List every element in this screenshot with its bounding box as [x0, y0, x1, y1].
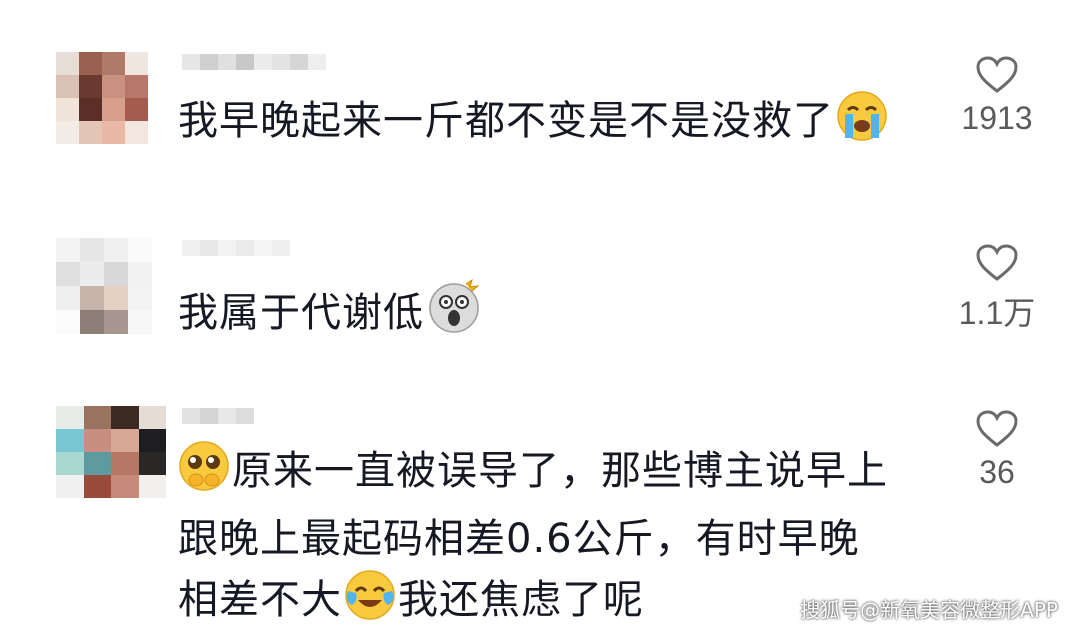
username-blurred[interactable] — [182, 54, 326, 70]
pleading-face-icon — [178, 440, 230, 509]
like-count: 1.1万 — [958, 295, 1036, 331]
comment-text-line: 我属于代谢低 — [178, 290, 424, 336]
watermark: 搜狐号@新氧美容微整形APP — [800, 598, 1058, 622]
like-count: 1913 — [961, 100, 1033, 136]
comment-text: 我早晚起来一斤都不变是不是没救了 — [178, 90, 890, 159]
heart-icon — [976, 244, 1018, 281]
like-button[interactable]: 36 — [942, 410, 1052, 491]
tears-of-joy-face-icon — [344, 569, 396, 638]
avatar[interactable] — [56, 238, 152, 334]
like-count: 36 — [979, 454, 1015, 490]
comment-text: 我属于代谢低 — [178, 278, 484, 351]
heart-icon — [976, 410, 1018, 447]
like-button[interactable]: 1.1万 — [942, 244, 1052, 334]
avatar[interactable] — [56, 406, 166, 498]
username-blurred[interactable] — [182, 408, 254, 424]
shocked-face-icon — [426, 278, 482, 351]
comment-text-line: 我还焦虑了呢 — [398, 577, 644, 623]
avatar[interactable] — [56, 52, 148, 144]
comment-text-line: 原来一直被误导了，那些博主说早上 — [232, 448, 888, 494]
comment-text-line: 跟晚上最起码相差0.6公斤，有时早晚 — [178, 516, 860, 562]
username-blurred[interactable] — [182, 240, 290, 256]
comment-text-line: 我早晚起来一斤都不变是不是没救了 — [178, 98, 834, 144]
comment-text-line: 相差不大 — [178, 577, 342, 623]
heart-icon — [976, 56, 1018, 93]
comment-text: 原来一直被误导了，那些博主说早上 跟晚上最起码相差0.6公斤，有时早晚 相差不大… — [178, 440, 888, 638]
loudly-crying-face-icon — [836, 90, 888, 159]
like-button[interactable]: 1913 — [942, 56, 1052, 137]
